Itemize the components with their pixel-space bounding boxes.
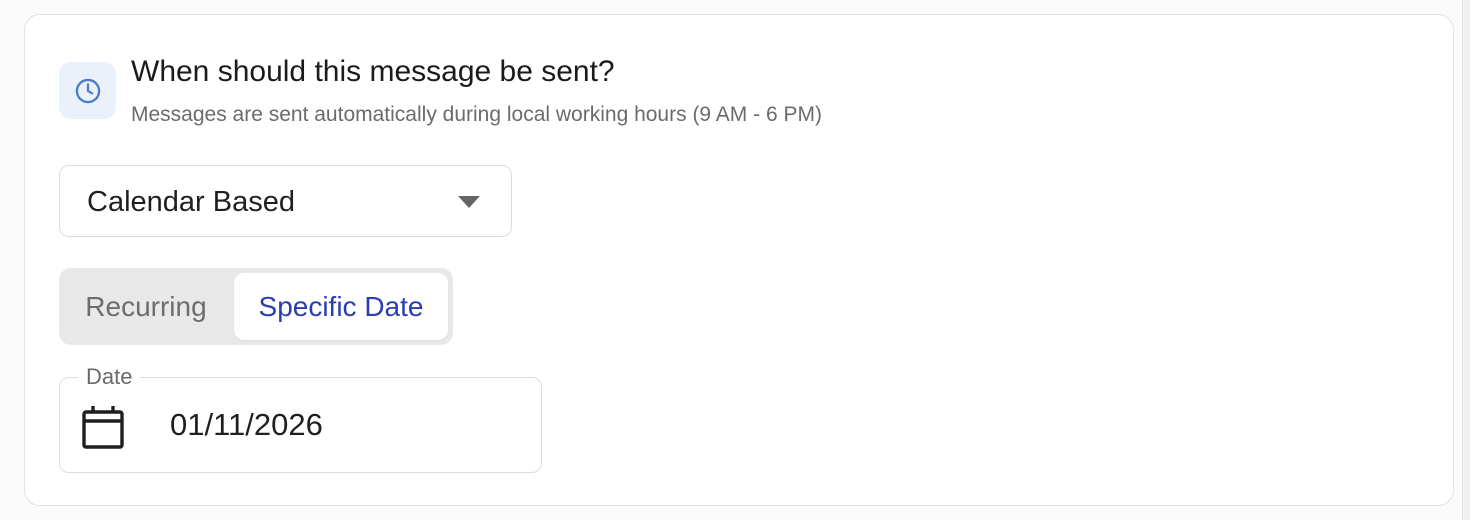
specific-date-option[interactable]: Specific Date (234, 273, 448, 340)
section-title: When should this message be sent? (131, 55, 615, 88)
date-field[interactable]: Date 01/11/2026 (59, 364, 542, 473)
calendar-icon[interactable] (82, 405, 124, 449)
schedule-type-select[interactable]: Calendar Based (59, 165, 512, 237)
date-input-value: 01/11/2026 (170, 407, 323, 442)
chevron-down-icon (458, 196, 480, 208)
recurring-option[interactable]: Recurring (59, 268, 233, 345)
date-field-label: Date (78, 364, 141, 390)
window-scrollbar-track (1462, 0, 1470, 520)
schedule-mode-toggle: Recurring Specific Date (59, 268, 453, 345)
section-subtitle: Messages are sent automatically during l… (131, 103, 822, 126)
schedule-type-value: Calendar Based (87, 186, 295, 218)
clock-icon-tile (59, 62, 116, 119)
clock-icon (75, 78, 100, 103)
schedule-card: When should this message be sent? Messag… (24, 14, 1454, 506)
